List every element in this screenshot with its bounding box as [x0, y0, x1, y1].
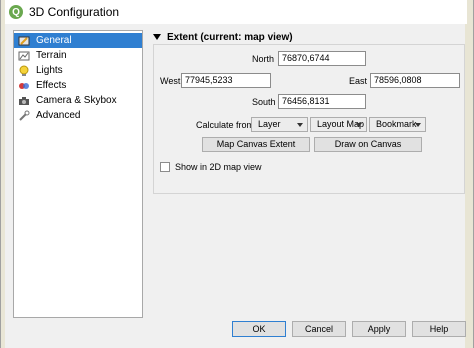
sidebar-item-label: Effects	[36, 80, 67, 91]
layer-combo[interactable]: Layer	[251, 117, 308, 132]
west-field[interactable]: 77945,5233	[181, 73, 271, 88]
show-2d-checkbox[interactable]	[160, 162, 170, 172]
show-2d-label: Show in 2D map view	[175, 162, 262, 172]
sidebar-item-effects[interactable]: Effects	[14, 78, 142, 93]
sidebar-item-terrain[interactable]: Terrain	[14, 48, 142, 63]
sidebar-item-camera-skybox[interactable]: Camera & Skybox	[14, 93, 142, 108]
help-button[interactable]: Help	[412, 321, 466, 337]
bookmark-combo-label: Bookmark	[376, 119, 417, 129]
sidebar-item-label: Terrain	[36, 50, 67, 61]
east-field[interactable]: 78596,0808	[370, 73, 460, 88]
calculate-from-label: Calculate from	[196, 120, 255, 130]
draw-on-canvas-button[interactable]: Draw on Canvas	[314, 137, 422, 152]
dialog-window: Q 3D Configuration General Terrain Light…	[0, 0, 474, 348]
north-field[interactable]: 76870,6744	[278, 51, 366, 66]
effects-icon	[18, 80, 30, 92]
sidebar-item-label: Advanced	[36, 110, 81, 121]
sidebar-item-advanced[interactable]: Advanced	[14, 108, 142, 123]
chevron-down-icon	[356, 123, 362, 127]
background-map-strip	[1, 0, 5, 348]
apply-button[interactable]: Apply	[352, 321, 406, 337]
bookmark-combo[interactable]: Bookmark	[369, 117, 426, 132]
north-label: North	[252, 54, 275, 64]
light-bulb-icon	[18, 65, 30, 77]
ok-button[interactable]: OK	[232, 321, 286, 337]
sidebar-item-label: General	[36, 35, 72, 46]
sidebar-item-label: Lights	[36, 65, 63, 76]
general-icon	[18, 35, 30, 47]
advanced-icon	[18, 110, 30, 122]
show-2d-row[interactable]: Show in 2D map view	[160, 162, 262, 172]
cancel-button[interactable]: Cancel	[292, 321, 346, 337]
layout-map-combo[interactable]: Layout Map	[310, 117, 367, 132]
south-field[interactable]: 76456,8131	[278, 94, 366, 109]
sidebar-item-lights[interactable]: Lights	[14, 63, 142, 78]
camera-icon	[18, 95, 30, 107]
collapse-triangle-icon[interactable]	[153, 34, 161, 40]
qgis-logo-icon: Q	[9, 5, 23, 19]
layer-combo-label: Layer	[258, 119, 281, 129]
east-label: East	[349, 76, 368, 86]
map-canvas-extent-button[interactable]: Map Canvas Extent	[202, 137, 310, 152]
background-map-strip-right	[465, 0, 473, 348]
extent-title: Extent (current: map view)	[167, 31, 293, 43]
chevron-down-icon	[297, 123, 303, 127]
sidebar-item-label: Camera & Skybox	[36, 95, 117, 106]
extent-group-header[interactable]: Extent (current: map view)	[153, 30, 293, 44]
title-bar[interactable]: Q 3D Configuration	[5, 0, 467, 24]
settings-sidebar: General Terrain Lights Effects Camera & …	[13, 30, 143, 318]
sidebar-item-general[interactable]: General	[14, 33, 142, 48]
west-label: West	[160, 76, 181, 86]
south-label: South	[252, 97, 276, 107]
chevron-down-icon	[415, 123, 421, 127]
settings-content: Extent (current: map view) North 76870,6…	[149, 30, 465, 318]
extent-group: North 76870,6744 West 77945,5233 East 78…	[153, 44, 465, 194]
window-title: 3D Configuration	[29, 5, 120, 19]
terrain-icon	[18, 50, 30, 62]
